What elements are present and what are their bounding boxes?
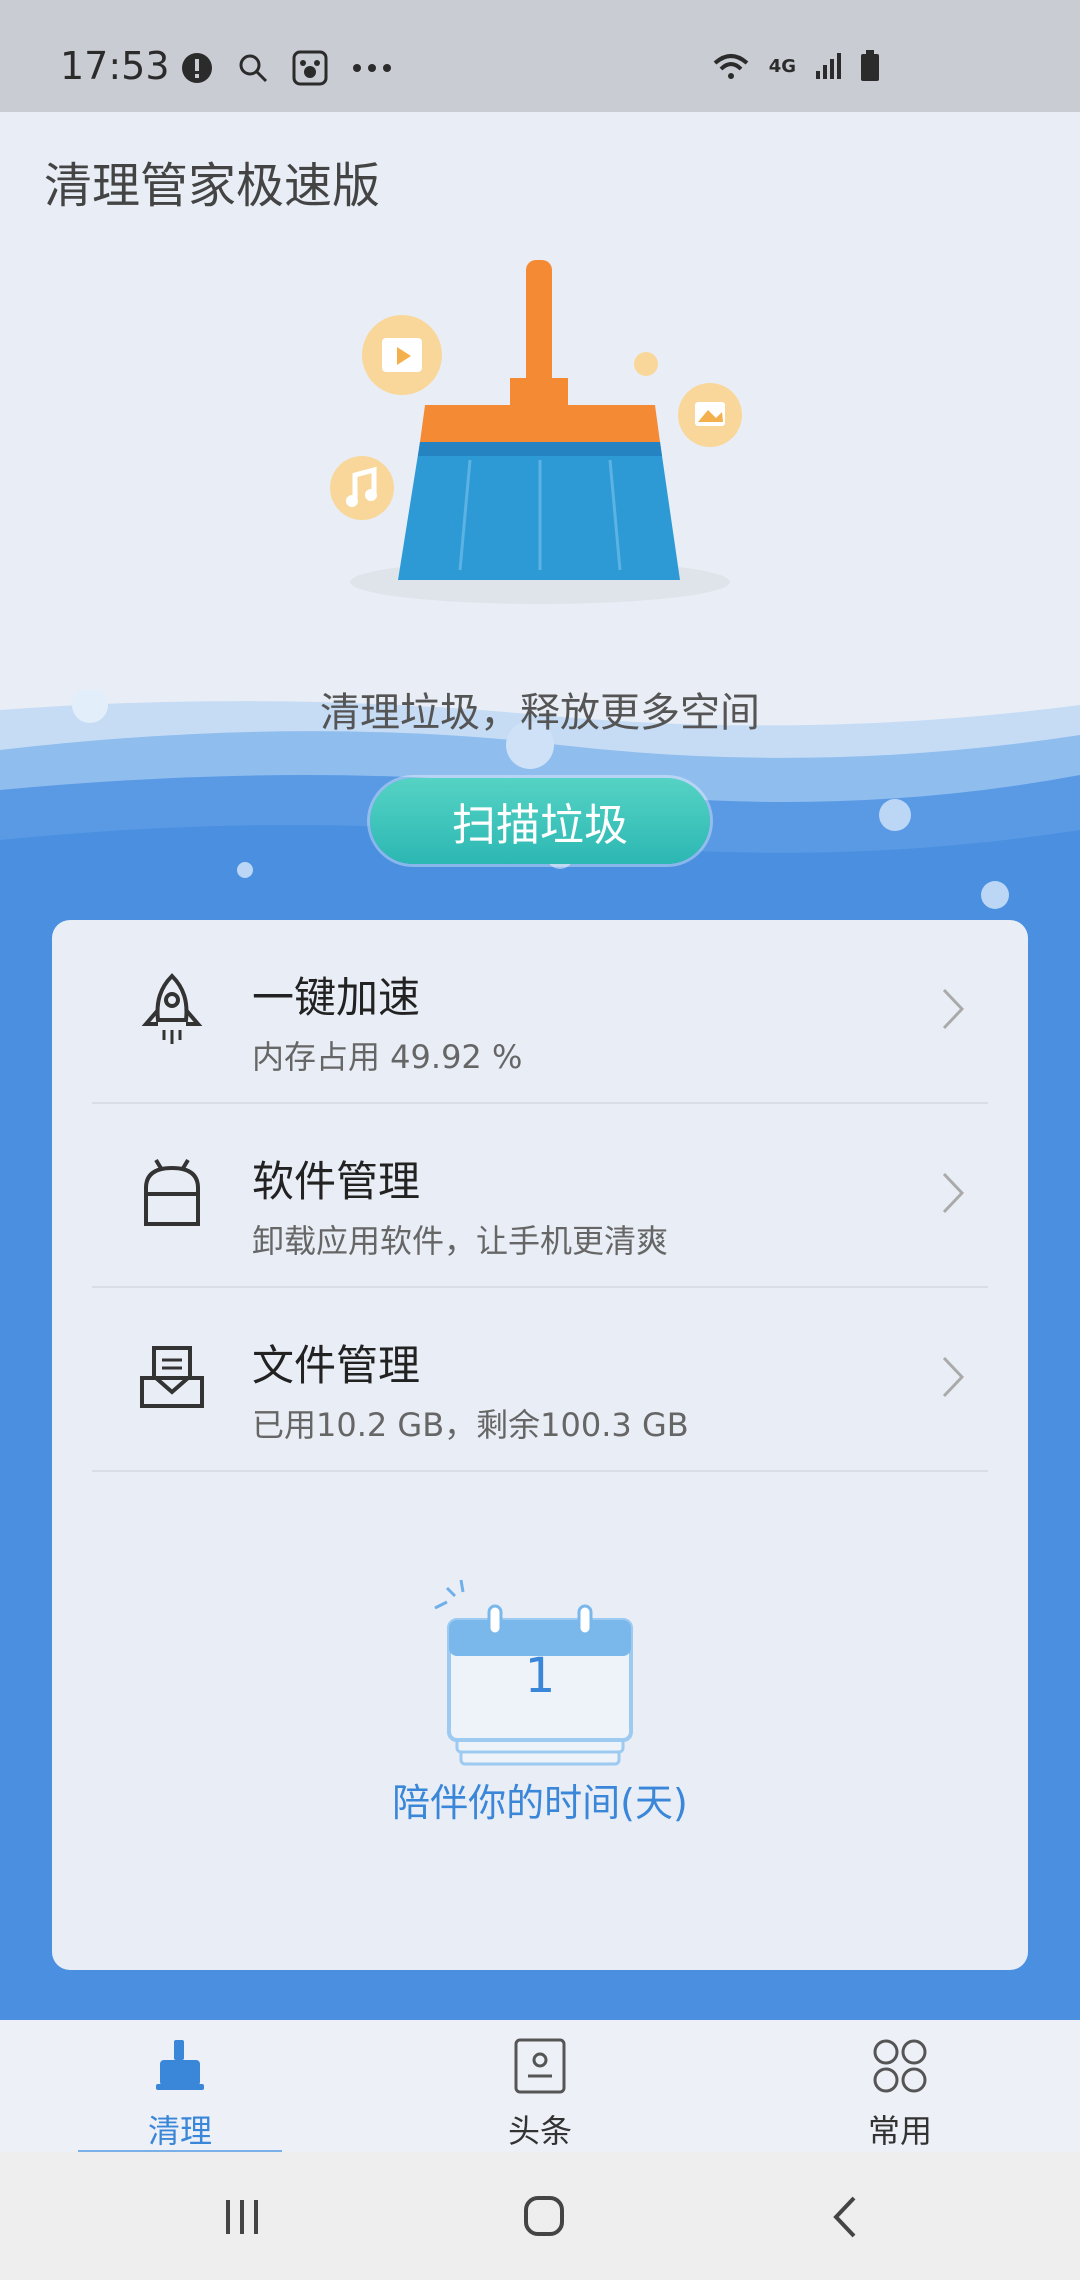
tab-common[interactable]: 常用 bbox=[720, 2020, 1080, 2152]
menu-item-subtitle: 内存占用 49.92 % bbox=[252, 1038, 523, 1076]
menu-item-subtitle: 卸载应用软件，让手机更清爽 bbox=[252, 1222, 669, 1260]
grid-circles-icon bbox=[873, 2039, 927, 2093]
chevron-right-icon bbox=[942, 1356, 965, 1398]
home-icon[interactable] bbox=[514, 2192, 574, 2242]
menu-item-speedup[interactable]: 一键加速 内存占用 49.92 % bbox=[92, 920, 988, 1104]
network-type: 4G bbox=[768, 55, 796, 77]
rocket-icon bbox=[141, 973, 203, 1044]
back-icon[interactable] bbox=[818, 2192, 878, 2242]
menu-item-files[interactable]: 文件管理 已用10.2 GB，剩余100.3 GB bbox=[92, 1288, 988, 1472]
status-time: 17:53 bbox=[60, 44, 170, 88]
inbox-icon bbox=[140, 1346, 204, 1408]
tab-clean[interactable]: 清理 bbox=[0, 2020, 360, 2154]
baidu-paw-icon bbox=[292, 50, 328, 86]
menu-item-title: 文件管理 bbox=[252, 1341, 421, 1390]
tab-headlines[interactable]: 头条 bbox=[360, 2020, 720, 2152]
battery-icon bbox=[861, 50, 879, 81]
broom-tab-icon bbox=[156, 2040, 204, 2090]
companion-label: 陪伴你的时间(天) bbox=[392, 1781, 688, 1825]
alert-icon bbox=[182, 53, 212, 83]
status-bar: 17:53 4G bbox=[0, 0, 1080, 112]
hero-tagline: 清理垃圾，释放更多空间 bbox=[320, 690, 760, 736]
search-icon bbox=[239, 54, 268, 83]
scan-junk-button[interactable]: 扫描垃圾 bbox=[370, 778, 710, 864]
recent-apps-icon[interactable] bbox=[214, 2192, 274, 2242]
menu-item-subtitle: 已用10.2 GB，剩余100.3 GB bbox=[252, 1406, 689, 1444]
tab-label: 清理 bbox=[147, 2112, 212, 2150]
companion-days: 1 bbox=[524, 1648, 556, 1704]
signal-icon bbox=[816, 53, 841, 79]
menu-item-title: 一键加速 bbox=[252, 973, 421, 1022]
system-nav-bar bbox=[0, 2152, 1080, 2280]
android-icon bbox=[144, 1158, 200, 1226]
menu-item-title: 软件管理 bbox=[252, 1157, 421, 1206]
broom-illustration bbox=[330, 260, 742, 604]
app-title: 清理管家极速版 bbox=[44, 158, 381, 214]
bottom-tab-bar: 清理 头条 常用 bbox=[0, 2020, 1080, 2154]
tab-label: 头条 bbox=[507, 2112, 572, 2150]
tab-label: 常用 bbox=[867, 2112, 932, 2150]
wifi-icon bbox=[713, 54, 749, 79]
menu-item-software[interactable]: 软件管理 卸载应用软件，让手机更清爽 bbox=[92, 1104, 988, 1288]
chevron-right-icon bbox=[942, 1172, 965, 1214]
news-icon bbox=[514, 2038, 566, 2094]
chevron-right-icon bbox=[942, 988, 965, 1030]
more-icon bbox=[353, 64, 391, 72]
